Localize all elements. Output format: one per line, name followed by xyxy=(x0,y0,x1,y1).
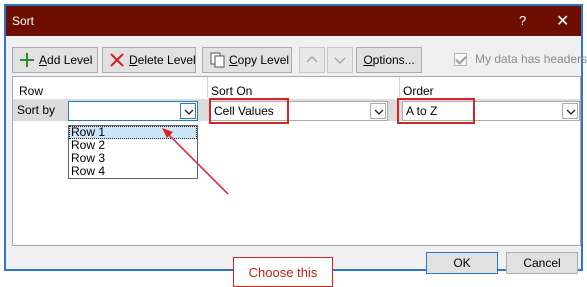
delete-level-accel: D xyxy=(129,53,138,67)
copy-level-accel: C xyxy=(229,53,238,67)
column-header-order: Order xyxy=(403,84,434,98)
options-label: Options... xyxy=(363,53,414,67)
sort-on-dropdown-button[interactable] xyxy=(370,103,386,119)
options-accel: O xyxy=(363,53,373,67)
close-button[interactable]: ✕ xyxy=(556,11,569,31)
delete-level-rest: elete Level xyxy=(137,53,196,67)
help-button[interactable]: ? xyxy=(519,13,526,28)
chevron-down-icon xyxy=(184,109,194,115)
copy-level-label: Copy Level xyxy=(229,53,289,67)
headers-checkbox-row[interactable]: My data has headers xyxy=(454,52,587,66)
headers-checkbox-label: My data has headers xyxy=(475,52,587,66)
row-combo-dropdown-button[interactable] xyxy=(180,103,196,119)
row-dropdown-list[interactable]: Row 1 Row 2 Row 3 Row 4 xyxy=(68,125,198,179)
delete-x-icon xyxy=(109,52,125,68)
add-level-button[interactable]: Add Level xyxy=(12,47,98,73)
sort-levels-panel: Row Sort On Order Sort by Cell Values A … xyxy=(12,76,581,287)
delete-level-button[interactable]: Delete Level xyxy=(102,47,196,73)
chevron-down-icon xyxy=(566,109,576,115)
ok-button[interactable]: OK xyxy=(426,252,498,274)
column-header-sort-on: Sort On xyxy=(211,84,253,98)
sort-by-label: Sort by xyxy=(17,103,56,117)
row-combo[interactable] xyxy=(68,101,198,121)
annotation-box-order xyxy=(397,98,475,124)
sort-level-row[interactable]: Sort by Cell Values A to Z xyxy=(13,99,580,121)
plus-icon xyxy=(19,52,35,68)
copy-level-button[interactable]: Copy Level xyxy=(202,47,292,73)
dropdown-option[interactable]: Row 4 xyxy=(69,165,197,178)
move-down-button[interactable] xyxy=(327,47,353,73)
order-dropdown-button[interactable] xyxy=(562,103,578,119)
chevron-down-icon xyxy=(334,57,346,65)
column-separator xyxy=(207,77,208,97)
chevron-up-icon xyxy=(306,55,318,63)
column-header-row: Row xyxy=(19,84,44,98)
column-separator xyxy=(399,77,400,97)
headers-checkbox[interactable] xyxy=(454,52,467,66)
dialog-title: Sort xyxy=(12,14,35,28)
title-bar: Sort ? ✕ xyxy=(6,6,581,36)
chevron-down-icon xyxy=(374,109,384,115)
add-level-label: Add Level xyxy=(39,53,92,67)
copy-icon xyxy=(209,52,225,68)
add-level-accel: A xyxy=(39,53,48,67)
sort-dialog: Sort ? ✕ Add Level Delete Level Copy Lev… xyxy=(4,4,587,287)
add-level-rest: dd Level xyxy=(47,53,93,67)
move-up-button[interactable] xyxy=(299,47,325,73)
options-rest: ptions... xyxy=(372,53,415,67)
options-button[interactable]: Options... xyxy=(356,47,422,73)
copy-level-rest: opy Level xyxy=(237,53,290,67)
delete-level-label: Delete Level xyxy=(129,53,196,67)
annotation-box-sort-on xyxy=(209,98,289,124)
cancel-button[interactable]: Cancel xyxy=(506,252,578,274)
